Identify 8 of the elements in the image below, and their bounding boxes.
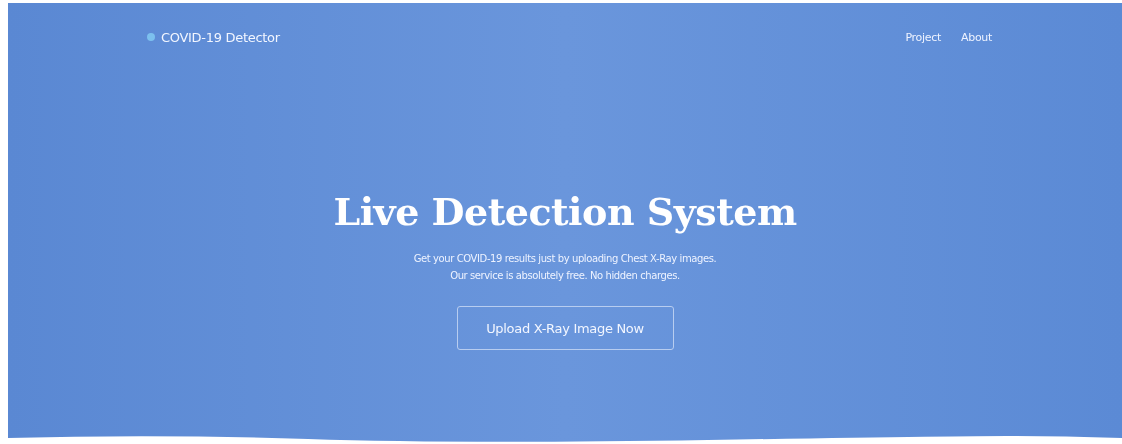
- upload-button[interactable]: Upload X-Ray Image Now: [456, 306, 674, 350]
- nav-link[interactable]: Project: [905, 30, 941, 44]
- logo-icon: [147, 33, 155, 41]
- brand-link[interactable]: COVID-19 Detector: [161, 29, 280, 45]
- nav-link[interactable]: About: [960, 30, 992, 44]
- hero-subtitle: Our service is absolutely free. No hidden charges.: [450, 269, 680, 283]
- hero-title: Live Detection System: [333, 189, 797, 234]
- hero-subtitle: Get your COVID-19 results just by uploading Chest X-Ray images.: [413, 252, 717, 266]
